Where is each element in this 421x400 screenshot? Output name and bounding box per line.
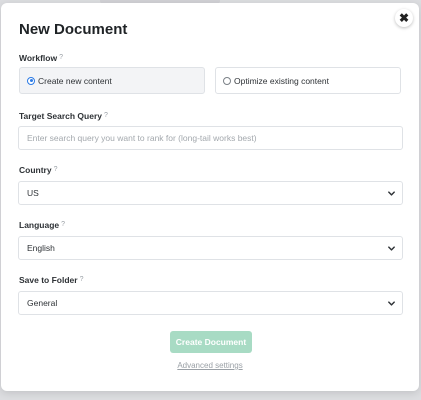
help-icon[interactable]: ? xyxy=(54,166,58,173)
help-icon[interactable]: ? xyxy=(59,54,63,61)
help-icon[interactable]: ? xyxy=(80,276,84,283)
modal-title: New Document xyxy=(19,21,128,38)
radio-checked-icon[interactable] xyxy=(27,76,35,85)
workflow-option-label: Optimize existing content xyxy=(234,75,329,86)
folder-label: Save to Folder? xyxy=(19,275,83,285)
help-icon[interactable]: ? xyxy=(61,221,65,228)
country-label-text: Country xyxy=(19,165,52,175)
close-icon: ✖ xyxy=(398,11,410,25)
search-query-input[interactable]: Enter search query you want to rank for … xyxy=(18,126,403,150)
country-value: US xyxy=(27,188,39,198)
query-label: Target Search Query? xyxy=(19,111,108,121)
country-select[interactable]: US xyxy=(18,181,403,205)
close-button[interactable]: ✖ xyxy=(395,9,413,27)
folder-select[interactable]: General xyxy=(18,291,403,315)
radio-unchecked-icon[interactable] xyxy=(223,76,231,85)
workflow-option-create[interactable]: Create new content xyxy=(19,67,205,94)
new-document-modal: ✖ New Document Workflow? Create new cont… xyxy=(1,3,419,391)
workflow-option-label: Create new content xyxy=(38,75,112,86)
country-label: Country? xyxy=(19,165,58,175)
language-label: Language? xyxy=(19,220,65,230)
workflow-label: Workflow? xyxy=(19,53,63,63)
folder-label-text: Save to Folder xyxy=(19,275,78,285)
advanced-settings-link[interactable]: Advanced settings xyxy=(1,361,419,370)
search-query-placeholder: Enter search query you want to rank for … xyxy=(27,133,257,143)
workflow-option-optimize[interactable]: Optimize existing content xyxy=(215,67,401,94)
chevron-down-icon xyxy=(388,301,395,306)
language-value: English xyxy=(27,243,55,253)
workflow-label-text: Workflow xyxy=(19,53,58,63)
folder-value: General xyxy=(27,298,58,308)
chevron-down-icon xyxy=(388,246,395,251)
create-document-button[interactable]: Create Document xyxy=(170,331,252,353)
chevron-down-icon xyxy=(388,191,395,196)
language-label-text: Language xyxy=(19,220,60,230)
help-icon[interactable]: ? xyxy=(104,112,108,119)
query-label-text: Target Search Query xyxy=(19,111,102,121)
language-select[interactable]: English xyxy=(18,236,403,260)
